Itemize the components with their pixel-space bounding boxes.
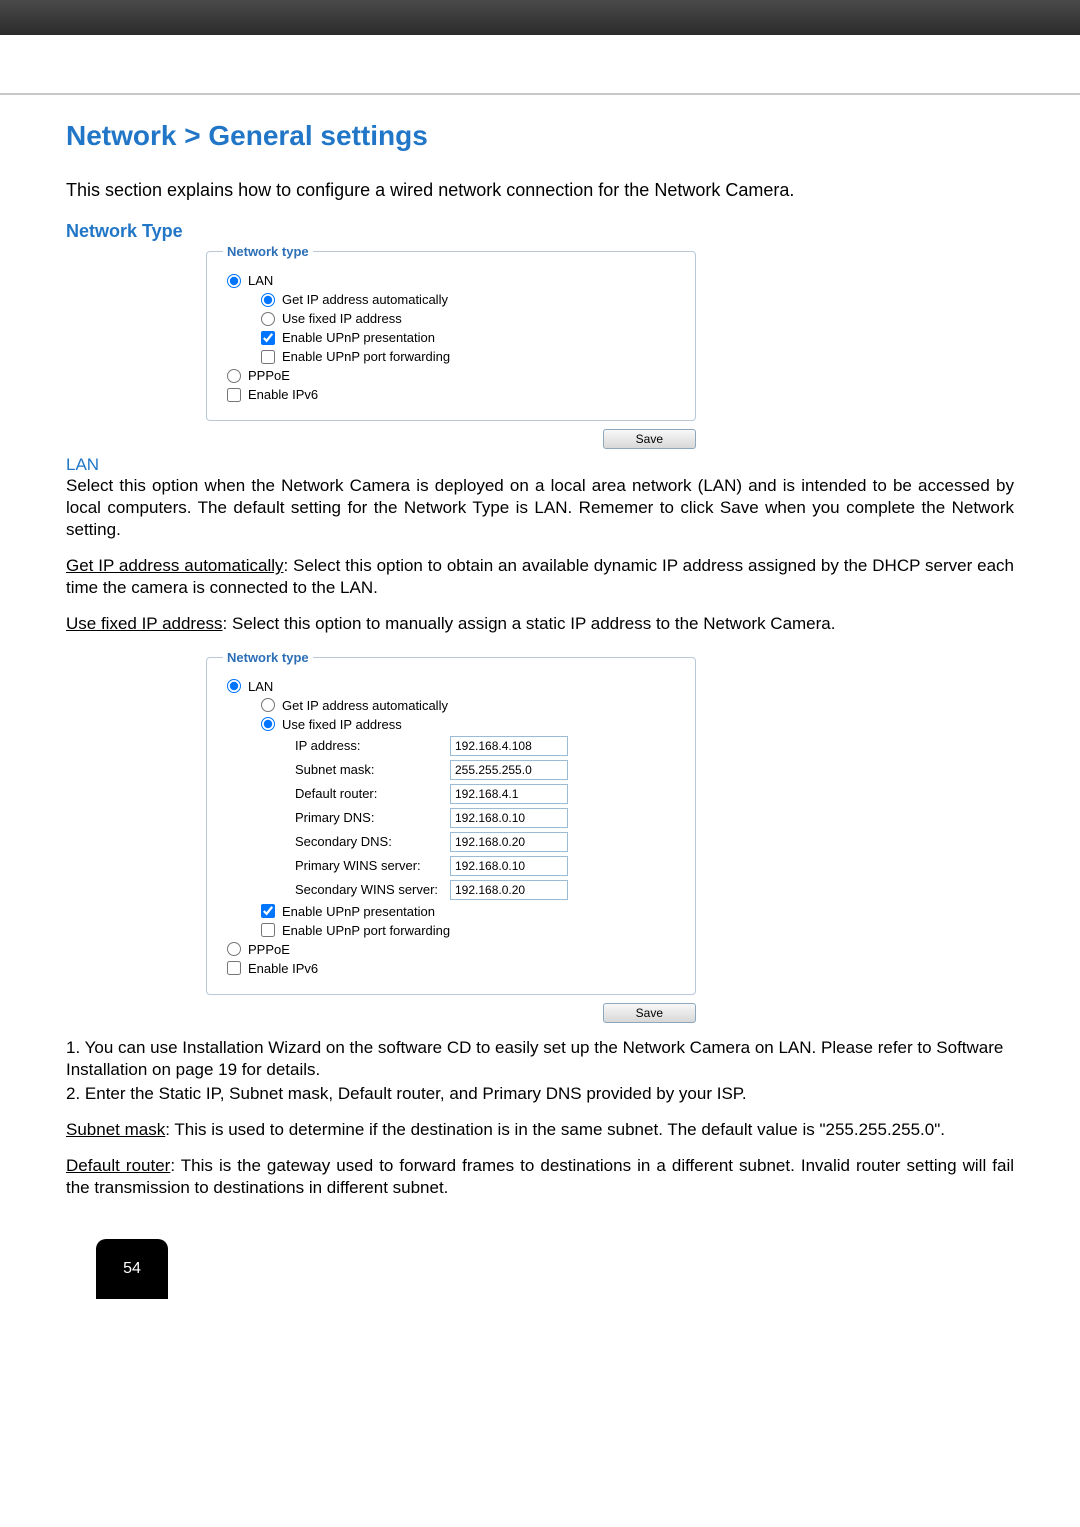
save-button-2[interactable]: Save xyxy=(603,1003,696,1023)
lan-paragraph: Select this option when the Network Came… xyxy=(66,475,1014,541)
auto-ip-row-2: Get IP address automatically xyxy=(261,698,679,713)
pppoe-label: PPPoE xyxy=(248,368,290,383)
list-item-2: 2. Enter the Static IP, Subnet mask, Def… xyxy=(66,1083,1014,1105)
primary-dns-input[interactable] xyxy=(450,808,568,828)
auto-ip-row: Get IP address automatically xyxy=(261,292,679,307)
auto-ip-paragraph: Get IP address automatically: Select thi… xyxy=(66,555,1014,599)
subnet-mask-input[interactable] xyxy=(450,760,568,780)
secondary-wins-row: Secondary WINS server: xyxy=(295,880,679,900)
intro-text: This section explains how to configure a… xyxy=(66,180,1014,201)
upnp-portfwd-checkbox-2[interactable] xyxy=(261,923,275,937)
upnp-portfwd-label-2: Enable UPnP port forwarding xyxy=(282,923,450,938)
upnp-portfwd-row: Enable UPnP port forwarding xyxy=(261,349,679,364)
pppoe-label-2: PPPoE xyxy=(248,942,290,957)
fixed-ip-paragraph: Use fixed IP address: Select this option… xyxy=(66,613,1014,635)
upnp-presentation-label-2: Enable UPnP presentation xyxy=(282,904,435,919)
default-router-label: Default router: xyxy=(295,786,450,801)
auto-ip-radio-2[interactable] xyxy=(261,698,275,712)
fixed-ip-label: Use fixed IP address xyxy=(282,311,402,326)
lan-radio-2[interactable] xyxy=(227,679,241,693)
ipv6-row-2: Enable IPv6 xyxy=(227,961,679,976)
router-desc: : This is the gateway used to forward fr… xyxy=(66,1156,1014,1197)
router-paragraph: Default router: This is the gateway used… xyxy=(66,1155,1014,1199)
fixed-ip-row-2: Use fixed IP address xyxy=(261,717,679,732)
page-number-tab: 54 xyxy=(96,1239,168,1299)
fieldset-legend-2: Network type xyxy=(223,650,313,665)
upnp-portfwd-checkbox[interactable] xyxy=(261,350,275,364)
primary-dns-row: Primary DNS: xyxy=(295,808,679,828)
lan-option-row-2: LAN xyxy=(227,679,679,694)
pppoe-row: PPPoE xyxy=(227,368,679,383)
header-white xyxy=(0,35,1080,95)
ipv6-checkbox[interactable] xyxy=(227,388,241,402)
subnet-mask-row: Subnet mask: xyxy=(295,760,679,780)
secondary-wins-label: Secondary WINS server: xyxy=(295,882,450,897)
fixed-ip-row: Use fixed IP address xyxy=(261,311,679,326)
network-type-fieldset-2: Network type LAN Get IP address automati… xyxy=(206,650,696,995)
lan-paragraph-text: Select this option when the Network Came… xyxy=(66,476,1014,539)
ipv6-label: Enable IPv6 xyxy=(248,387,318,402)
page-content: Network > General settings This section … xyxy=(0,95,1080,1319)
fieldset-legend: Network type xyxy=(223,244,313,259)
auto-ip-term: Get IP address automatically xyxy=(66,556,284,575)
lan-radio[interactable] xyxy=(227,274,241,288)
upnp-portfwd-row-2: Enable UPnP port forwarding xyxy=(261,923,679,938)
upnp-presentation-checkbox[interactable] xyxy=(261,331,275,345)
network-type-fieldset-1: Network type LAN Get IP address automati… xyxy=(206,244,696,421)
router-term: Default router xyxy=(66,1156,170,1175)
subnet-desc: : This is used to determine if the desti… xyxy=(165,1120,945,1139)
primary-wins-input[interactable] xyxy=(450,856,568,876)
auto-ip-label-2: Get IP address automatically xyxy=(282,698,448,713)
ip-address-input[interactable] xyxy=(450,736,568,756)
ipv6-label-2: Enable IPv6 xyxy=(248,961,318,976)
default-router-input[interactable] xyxy=(450,784,568,804)
save-row-1: Save xyxy=(206,429,696,449)
fixed-ip-radio[interactable] xyxy=(261,312,275,326)
primary-dns-label: Primary DNS: xyxy=(295,810,450,825)
lan-option-row: LAN xyxy=(227,273,679,288)
upnp-presentation-checkbox-2[interactable] xyxy=(261,904,275,918)
upnp-presentation-row-2: Enable UPnP presentation xyxy=(261,904,679,919)
auto-ip-radio[interactable] xyxy=(261,293,275,307)
header-bar xyxy=(0,0,1080,35)
lan-heading: LAN xyxy=(66,455,1014,475)
network-type-panel-2: Network type LAN Get IP address automati… xyxy=(206,650,1014,995)
pppoe-radio-2[interactable] xyxy=(227,942,241,956)
secondary-dns-row: Secondary DNS: xyxy=(295,832,679,852)
ip-address-label: IP address: xyxy=(295,738,450,753)
lan-label: LAN xyxy=(248,273,273,288)
ipv6-row: Enable IPv6 xyxy=(227,387,679,402)
network-type-panel-1: Network type LAN Get IP address automati… xyxy=(206,244,1014,421)
default-router-row: Default router: xyxy=(295,784,679,804)
upnp-presentation-label: Enable UPnP presentation xyxy=(282,330,435,345)
section-network-type: Network Type xyxy=(66,221,1014,242)
subnet-paragraph: Subnet mask: This is used to determine i… xyxy=(66,1119,1014,1141)
ipv6-checkbox-2[interactable] xyxy=(227,961,241,975)
primary-wins-row: Primary WINS server: xyxy=(295,856,679,876)
save-button[interactable]: Save xyxy=(603,429,696,449)
page-number: 54 xyxy=(123,1260,141,1278)
lan-label-2: LAN xyxy=(248,679,273,694)
pppoe-row-2: PPPoE xyxy=(227,942,679,957)
subnet-term: Subnet mask xyxy=(66,1120,165,1139)
upnp-portfwd-label: Enable UPnP port forwarding xyxy=(282,349,450,364)
fixed-ip-radio-2[interactable] xyxy=(261,717,275,731)
list-item-1: 1. You can use Installation Wizard on th… xyxy=(66,1037,1014,1081)
upnp-presentation-row: Enable UPnP presentation xyxy=(261,330,679,345)
ip-address-row: IP address: xyxy=(295,736,679,756)
page-title: Network > General settings xyxy=(66,120,1014,152)
primary-wins-label: Primary WINS server: xyxy=(295,858,450,873)
secondary-dns-label: Secondary DNS: xyxy=(295,834,450,849)
fixed-ip-term: Use fixed IP address xyxy=(66,614,223,633)
secondary-wins-input[interactable] xyxy=(450,880,568,900)
save-row-2: Save xyxy=(206,1003,696,1023)
fixed-ip-desc: : Select this option to manually assign … xyxy=(223,614,836,633)
secondary-dns-input[interactable] xyxy=(450,832,568,852)
pppoe-radio[interactable] xyxy=(227,369,241,383)
fixed-ip-label-2: Use fixed IP address xyxy=(282,717,402,732)
subnet-mask-label: Subnet mask: xyxy=(295,762,450,777)
auto-ip-label: Get IP address automatically xyxy=(282,292,448,307)
